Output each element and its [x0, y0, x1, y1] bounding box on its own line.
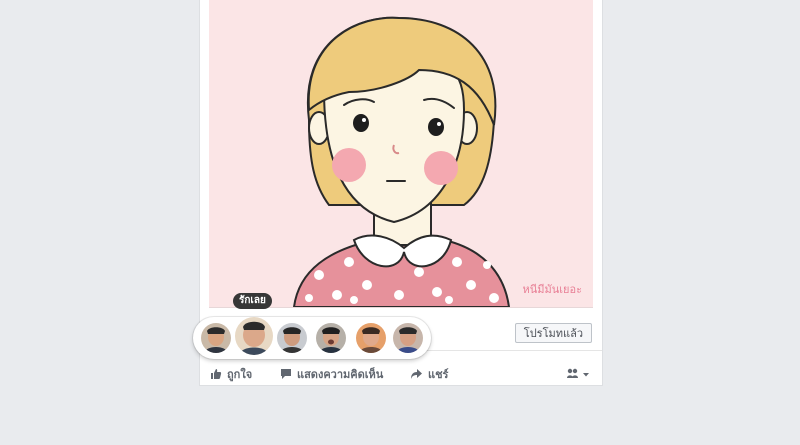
post-image[interactable]: หนีมีมันเยอะ [209, 0, 593, 308]
reaction-tooltip: รักเลย [233, 293, 272, 309]
thumbs-up-icon [211, 369, 222, 379]
reaction-face-5[interactable] [356, 323, 386, 353]
action-bar: ถูกใจ แสดงความคิดเห็น แชร์ [200, 362, 602, 386]
reaction-picker [193, 317, 431, 359]
face-icon [277, 323, 307, 353]
audience-selector[interactable] [566, 362, 597, 386]
reaction-face-3[interactable] [277, 323, 307, 353]
face-icon [316, 323, 346, 353]
reaction-face-6[interactable] [393, 323, 423, 353]
share-label: แชร์ [428, 368, 449, 381]
reaction-face-1[interactable] [201, 323, 231, 353]
share-arrow-icon [411, 369, 422, 379]
face-icon [201, 323, 231, 353]
face-icon [235, 317, 273, 355]
like-button[interactable]: ถูกใจ [210, 362, 252, 386]
face-icon [356, 323, 386, 353]
share-button[interactable]: แชร์ [410, 362, 448, 386]
comment-button[interactable]: แสดงความคิดเห็น [280, 362, 383, 386]
reaction-face-2[interactable] [235, 317, 273, 355]
promote-button[interactable]: โปรโมทแล้ว [514, 323, 592, 343]
cartoon-girl-illustration [209, 0, 593, 307]
comment-label: แสดงความคิดเห็น [297, 368, 384, 381]
friends-audience-icon [567, 368, 589, 378]
comment-icon [281, 369, 291, 379]
reaction-face-4[interactable] [316, 323, 346, 353]
artist-watermark: หนีมีมันเยอะ [522, 283, 582, 296]
like-label: ถูกใจ [227, 368, 253, 381]
face-icon [393, 323, 423, 353]
chevron-down-icon [583, 373, 589, 377]
